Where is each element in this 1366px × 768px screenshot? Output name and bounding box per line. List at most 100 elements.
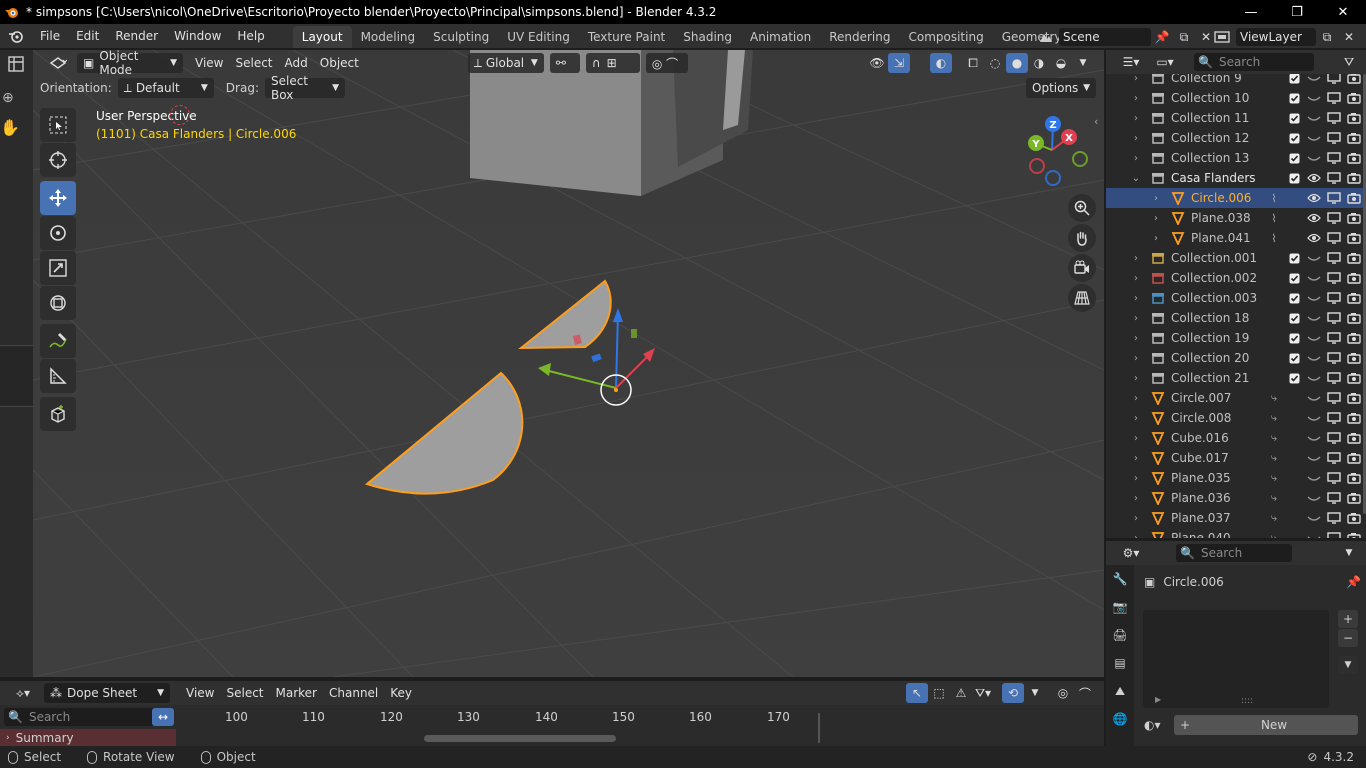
tab-rendering[interactable]: Rendering	[820, 26, 899, 48]
transform-orientation-dropdown[interactable]: ⟂ Global ▼	[467, 53, 544, 73]
viewport-disable-icon[interactable]	[1326, 290, 1342, 306]
dope-search-input[interactable]: 🔍 Search	[4, 708, 154, 726]
resize-handle-icon[interactable]: ::::	[1241, 696, 1253, 706]
render-disable-icon[interactable]	[1346, 330, 1362, 346]
timeline-scrollbar[interactable]	[424, 735, 616, 742]
viewport-disable-icon[interactable]	[1326, 410, 1342, 426]
pin-icon[interactable]: 📌	[1151, 27, 1173, 47]
viewport-disable-icon[interactable]	[1326, 250, 1342, 266]
remove-view-layer-icon[interactable]: ✕	[1338, 27, 1360, 47]
properties-options-icon[interactable]: ▼	[1338, 543, 1360, 563]
modifier-icon[interactable]: ⤷	[1266, 430, 1282, 446]
exclude-checkbox[interactable]	[1286, 370, 1302, 386]
viewport-disable-icon[interactable]	[1326, 470, 1342, 486]
render-disable-icon[interactable]	[1346, 110, 1362, 126]
visibility-eye-icon[interactable]	[1306, 270, 1322, 286]
slot-specials-icon[interactable]: ▼	[1338, 656, 1358, 674]
outliner-row[interactable]: › Circle.006 ⌇	[1106, 188, 1364, 208]
outliner-row[interactable]: › Collection.003	[1106, 288, 1364, 308]
viewport-disable-icon[interactable]	[1326, 170, 1342, 186]
rendered-shading-icon[interactable]: ◒	[1050, 53, 1072, 73]
outliner-row[interactable]: › Collection 12	[1106, 128, 1364, 148]
outliner-row[interactable]: › Collection 13	[1106, 148, 1364, 168]
outliner-row[interactable]: › Collection 11	[1106, 108, 1364, 128]
render-disable-icon[interactable]	[1346, 90, 1362, 106]
gizmo-toggle-icon[interactable]: ⇲	[888, 53, 910, 73]
outliner-row[interactable]: › Plane.036 ⤷	[1106, 488, 1364, 508]
modifier-icon[interactable]: ⤷	[1266, 450, 1282, 466]
blender-menu-icon[interactable]	[0, 24, 32, 48]
viewport-disable-icon[interactable]	[1326, 390, 1342, 406]
minimize-button[interactable]: —	[1228, 0, 1274, 24]
menu-add[interactable]: Add	[279, 53, 314, 73]
dope-menu-key[interactable]: Key	[384, 683, 418, 703]
expand-arrow-icon[interactable]: ›	[1130, 533, 1142, 539]
camera-view-icon[interactable]	[1068, 254, 1096, 282]
visibility-eye-icon[interactable]	[1306, 330, 1322, 346]
modifier-icon[interactable]: ⤷	[1266, 510, 1282, 526]
exclude-checkbox[interactable]	[1286, 310, 1302, 326]
pivot-point-dropdown[interactable]: ⚯	[549, 53, 580, 73]
outliner-row[interactable]: › Plane.037 ⤷	[1106, 508, 1364, 528]
visibility-eye-icon[interactable]	[1306, 410, 1322, 426]
viewport-disable-icon[interactable]	[1326, 370, 1342, 386]
outliner-search-input[interactable]: 🔍 Search	[1194, 53, 1314, 71]
render-disable-icon[interactable]	[1346, 410, 1362, 426]
view-layer-icon[interactable]	[1208, 27, 1236, 47]
cursor-tool-icon[interactable]	[40, 143, 76, 177]
visibility-eye-icon[interactable]	[1306, 390, 1322, 406]
zoom-icon[interactable]	[1068, 194, 1096, 222]
expand-arrow-icon[interactable]: ›	[1130, 113, 1142, 124]
select-box-tool-icon[interactable]	[40, 108, 76, 142]
sidebar-toggle-icon[interactable]: ‹	[1094, 115, 1098, 128]
outliner-row[interactable]: › Cube.016 ⤷	[1106, 428, 1364, 448]
viewport-disable-icon[interactable]	[1326, 150, 1342, 166]
visibility-eye-icon[interactable]	[1306, 230, 1322, 246]
modifier-icon[interactable]: ⤷	[1266, 530, 1282, 538]
outliner-row[interactable]: › Plane.040 ⤷	[1106, 528, 1364, 538]
add-slot-button[interactable]: +	[1338, 610, 1358, 628]
pan-hand-icon[interactable]	[1068, 224, 1096, 252]
menu-select[interactable]: Select	[229, 53, 278, 73]
scale-tool-icon[interactable]	[40, 251, 76, 285]
expand-arrow-icon[interactable]: ›	[1130, 73, 1142, 84]
modifier-icon[interactable]: ⌇	[1266, 230, 1282, 246]
viewport-disable-icon[interactable]	[1326, 330, 1342, 346]
expand-arrow-icon[interactable]: ›	[1130, 453, 1142, 464]
dope-menu-marker[interactable]: Marker	[270, 683, 323, 703]
viewport-disable-icon[interactable]	[1326, 130, 1342, 146]
menu-edit[interactable]: Edit	[68, 24, 107, 48]
new-scene-icon[interactable]: ⧉	[1173, 27, 1195, 47]
navigation-gizmo[interactable]: Z X Y	[1012, 112, 1092, 188]
properties-editor-type-icon[interactable]: ⚙▾	[1114, 543, 1148, 563]
expand-arrow-icon[interactable]: ›	[1130, 273, 1142, 284]
show-hidden-icon[interactable]: ⬚	[928, 683, 950, 703]
visibility-eye-icon[interactable]	[1306, 510, 1322, 526]
tab-compositing[interactable]: Compositing	[899, 26, 992, 48]
tab-sculpting[interactable]: Sculpting	[424, 26, 498, 48]
outliner-editor-type-icon[interactable]: ☰▾	[1114, 52, 1148, 72]
outliner-row[interactable]: › Collection 18	[1106, 308, 1364, 328]
expand-arrow-icon[interactable]: ›	[1130, 353, 1142, 364]
menu-object[interactable]: Object	[314, 53, 365, 73]
expand-arrow-icon[interactable]: ›	[1130, 493, 1142, 504]
frame-ruler[interactable]: 100 110 120 130 140 150 160 170	[180, 708, 1104, 728]
proportional-icon[interactable]: ◎	[1052, 683, 1074, 703]
render-disable-icon[interactable]	[1346, 290, 1362, 306]
modifier-icon[interactable]: ⤷	[1266, 470, 1282, 486]
menu-file[interactable]: File	[32, 24, 68, 48]
sync-search-icon[interactable]: ↔	[152, 708, 174, 726]
visibility-eye-icon[interactable]	[1306, 310, 1322, 326]
summary-channel[interactable]: › Summary	[0, 729, 176, 746]
exclude-checkbox[interactable]	[1286, 270, 1302, 286]
menu-help[interactable]: Help	[229, 24, 272, 48]
render-disable-icon[interactable]	[1346, 530, 1362, 538]
dope-menu-view[interactable]: View	[180, 683, 220, 703]
scene-icon[interactable]	[1033, 27, 1059, 47]
world-tab-icon[interactable]: 🌐	[1106, 705, 1134, 733]
expand-arrow-icon[interactable]: ›	[1150, 193, 1162, 204]
outliner-row[interactable]: › Plane.035 ⤷	[1106, 468, 1364, 488]
viewport-disable-icon[interactable]	[1326, 190, 1342, 206]
view-layer-field[interactable]: ViewLayer	[1236, 28, 1316, 46]
hand-pan-icon[interactable]: ✋	[0, 118, 20, 137]
